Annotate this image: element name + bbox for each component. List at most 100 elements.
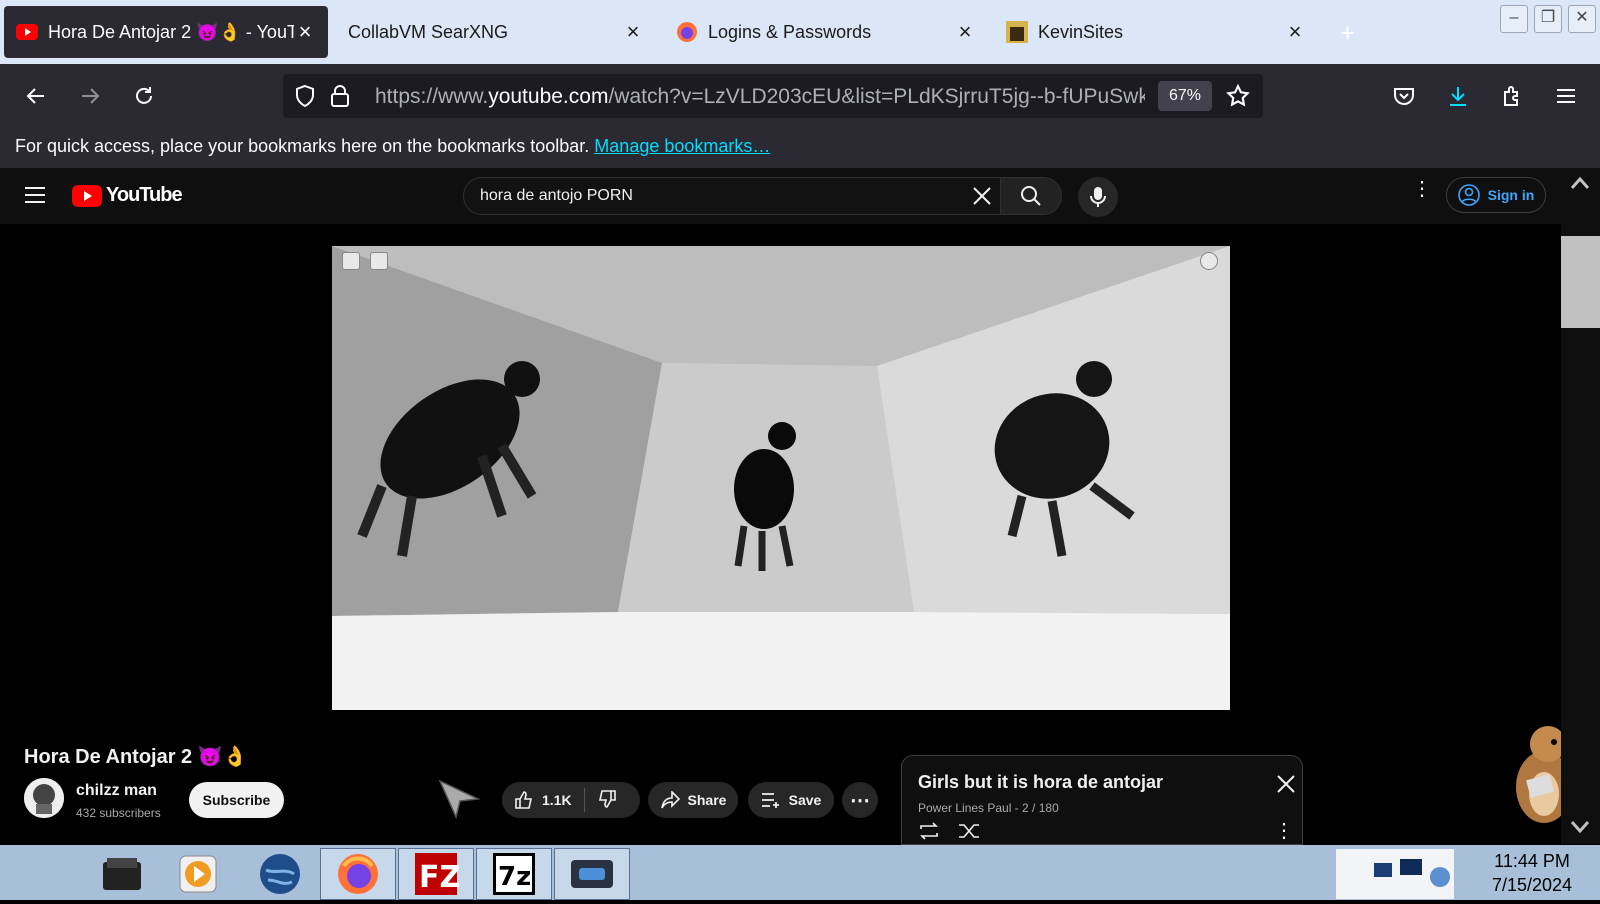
thumbs-up-icon [515,791,532,809]
search-query[interactable]: hora de antojo PORN [480,187,633,205]
save-label: Save [788,792,822,808]
like-button[interactable]: 1.1K [514,790,572,810]
sign-in-button[interactable]: Sign in [1446,177,1546,213]
7zip-icon[interactable]: 7z [476,848,552,900]
playlist-subtitle: Power Lines Paul - 2 / 180 [918,801,1059,815]
subscribe-button[interactable]: Subscribe [189,782,284,818]
svg-text:7z: 7z [498,862,531,892]
like-dislike-group: 1.1K [502,782,640,818]
tab-strip: Hora De Antojar 2 😈👌 - YouTube × CollabV… [0,0,1600,64]
subscriber-count: 432 subscribers [76,806,161,820]
new-tab-icon[interactable]: + [1340,20,1355,46]
close-icon[interactable]: × [1284,21,1306,43]
search-input[interactable]: hora de antojo PORN [463,177,1001,215]
close-icon[interactable]: × [622,21,644,43]
firefox-icon [676,21,698,43]
address-bar[interactable]: https://www.youtube.com/watch?v=LzVLD203… [283,74,1263,118]
media-player-icon[interactable] [160,848,236,900]
scroll-up-icon[interactable] [1570,176,1590,195]
url-text[interactable]: https://www.youtube.com/watch?v=LzVLD203… [375,85,1145,109]
youtube-icon [16,21,38,43]
file-manager-icon[interactable] [84,848,160,900]
guide-menu-icon[interactable] [24,186,46,209]
tab-title: Hora De Antojar 2 😈👌 - YouTube [48,21,294,42]
tracking-shield-icon[interactable] [293,84,317,113]
pocket-icon[interactable] [1386,78,1422,114]
firefox-taskbar-icon[interactable] [320,848,396,900]
tab-title: Logins & Passwords [708,21,872,42]
tab-logins[interactable]: Logins & Passwords × [664,6,988,58]
taskbar: FZ 7z 11:44 PM 7/15/2024 [0,845,1600,900]
svg-text:FZ: FZ [419,860,459,895]
youtube-logo-text: YouTube [106,184,183,206]
more-actions-button[interactable]: ⋯ [842,782,878,818]
like-count: 1.1K [542,792,572,808]
voice-search-button[interactable] [1078,177,1118,217]
playlist-menu-icon[interactable]: ⋮ [1274,818,1294,843]
youtube-logo[interactable]: YouTube [72,184,183,207]
close-icon[interactable]: × [294,21,316,43]
channel-avatar[interactable] [24,778,64,818]
network-app-icon[interactable] [554,848,630,900]
search-icon [1021,186,1041,206]
tab-searxng[interactable]: CollabVM SearXNG × [332,6,656,58]
site-icon [1006,21,1028,43]
tab-youtube[interactable]: Hora De Antojar 2 😈👌 - YouTube × [4,6,328,58]
save-playlist-icon [761,793,779,808]
video-player[interactable] [332,246,1230,710]
youtube-logo-icon [72,184,102,207]
scrollbar-thumb[interactable] [1561,236,1600,328]
download-icon[interactable] [1440,78,1476,114]
youtube-header: YouTube hora de antojo PORN ⋮ Sign in [0,168,1600,224]
manage-bookmarks-link[interactable]: Manage bookmarks… [594,136,770,156]
tab-title: CollabVM SearXNG [348,21,509,42]
close-window-icon[interactable]: ✕ [1568,5,1596,33]
extensions-icon[interactable] [1494,78,1530,114]
minimize-icon[interactable]: – [1500,5,1528,33]
bookmarks-message: For quick access, place your bookmarks h… [15,136,590,156]
share-button[interactable]: Share [648,782,738,818]
zoom-indicator[interactable]: 67% [1158,81,1212,111]
restore-icon[interactable]: ❐ [1534,5,1562,33]
playlist-panel: Girls but it is hora de antojar Power Li… [901,755,1303,845]
player-corner-icon[interactable] [342,252,360,270]
page-scrollbar[interactable] [1561,170,1600,844]
close-playlist-icon[interactable] [1276,774,1296,799]
bookmarks-toolbar: For quick access, place your bookmarks h… [0,128,1600,168]
clock-date: 7/15/2024 [1491,875,1573,895]
system-clock[interactable]: 11:44 PM 7/15/2024 [1470,849,1594,897]
player-menu-icon[interactable] [370,252,388,270]
bookmark-star-icon[interactable] [1225,83,1251,114]
close-icon[interactable]: × [954,21,976,43]
globe-icon[interactable] [242,848,318,900]
menu-icon[interactable] [1548,78,1584,114]
sign-in-label: Sign in [1487,187,1535,203]
lock-icon[interactable] [329,84,351,113]
filezilla-icon[interactable]: FZ [398,848,474,900]
loop-icon[interactable] [918,822,940,845]
more-options-icon[interactable]: ⋮ [1412,179,1432,199]
player-options-icon[interactable] [1200,252,1218,270]
microphone-icon [1090,187,1106,207]
save-button[interactable]: Save [748,782,834,818]
tab-kevinsites[interactable]: KevinSites × [994,6,1318,58]
system-tray[interactable] [1336,849,1454,899]
clear-search-icon[interactable] [972,186,992,211]
clock-time: 11:44 PM [1494,851,1570,871]
share-label: Share [687,792,727,808]
scroll-down-icon[interactable] [1570,820,1590,839]
search-button[interactable] [1000,177,1062,215]
forward-icon[interactable] [72,78,108,114]
back-icon[interactable] [18,78,54,114]
channel-name[interactable]: chilzz man [76,782,157,800]
playlist-title[interactable]: Girls but it is hora de antojar [918,772,1163,793]
shuffle-icon[interactable] [958,822,980,845]
dislike-button[interactable] [597,789,617,812]
account-icon [1457,184,1480,206]
video-title: Hora De Antojar 2 😈👌 [24,746,248,768]
share-icon [660,791,680,809]
like-divider [583,788,585,812]
reload-icon[interactable] [126,78,162,114]
tab-title: KevinSites [1038,21,1124,42]
cursor-arrow-icon [438,779,481,824]
